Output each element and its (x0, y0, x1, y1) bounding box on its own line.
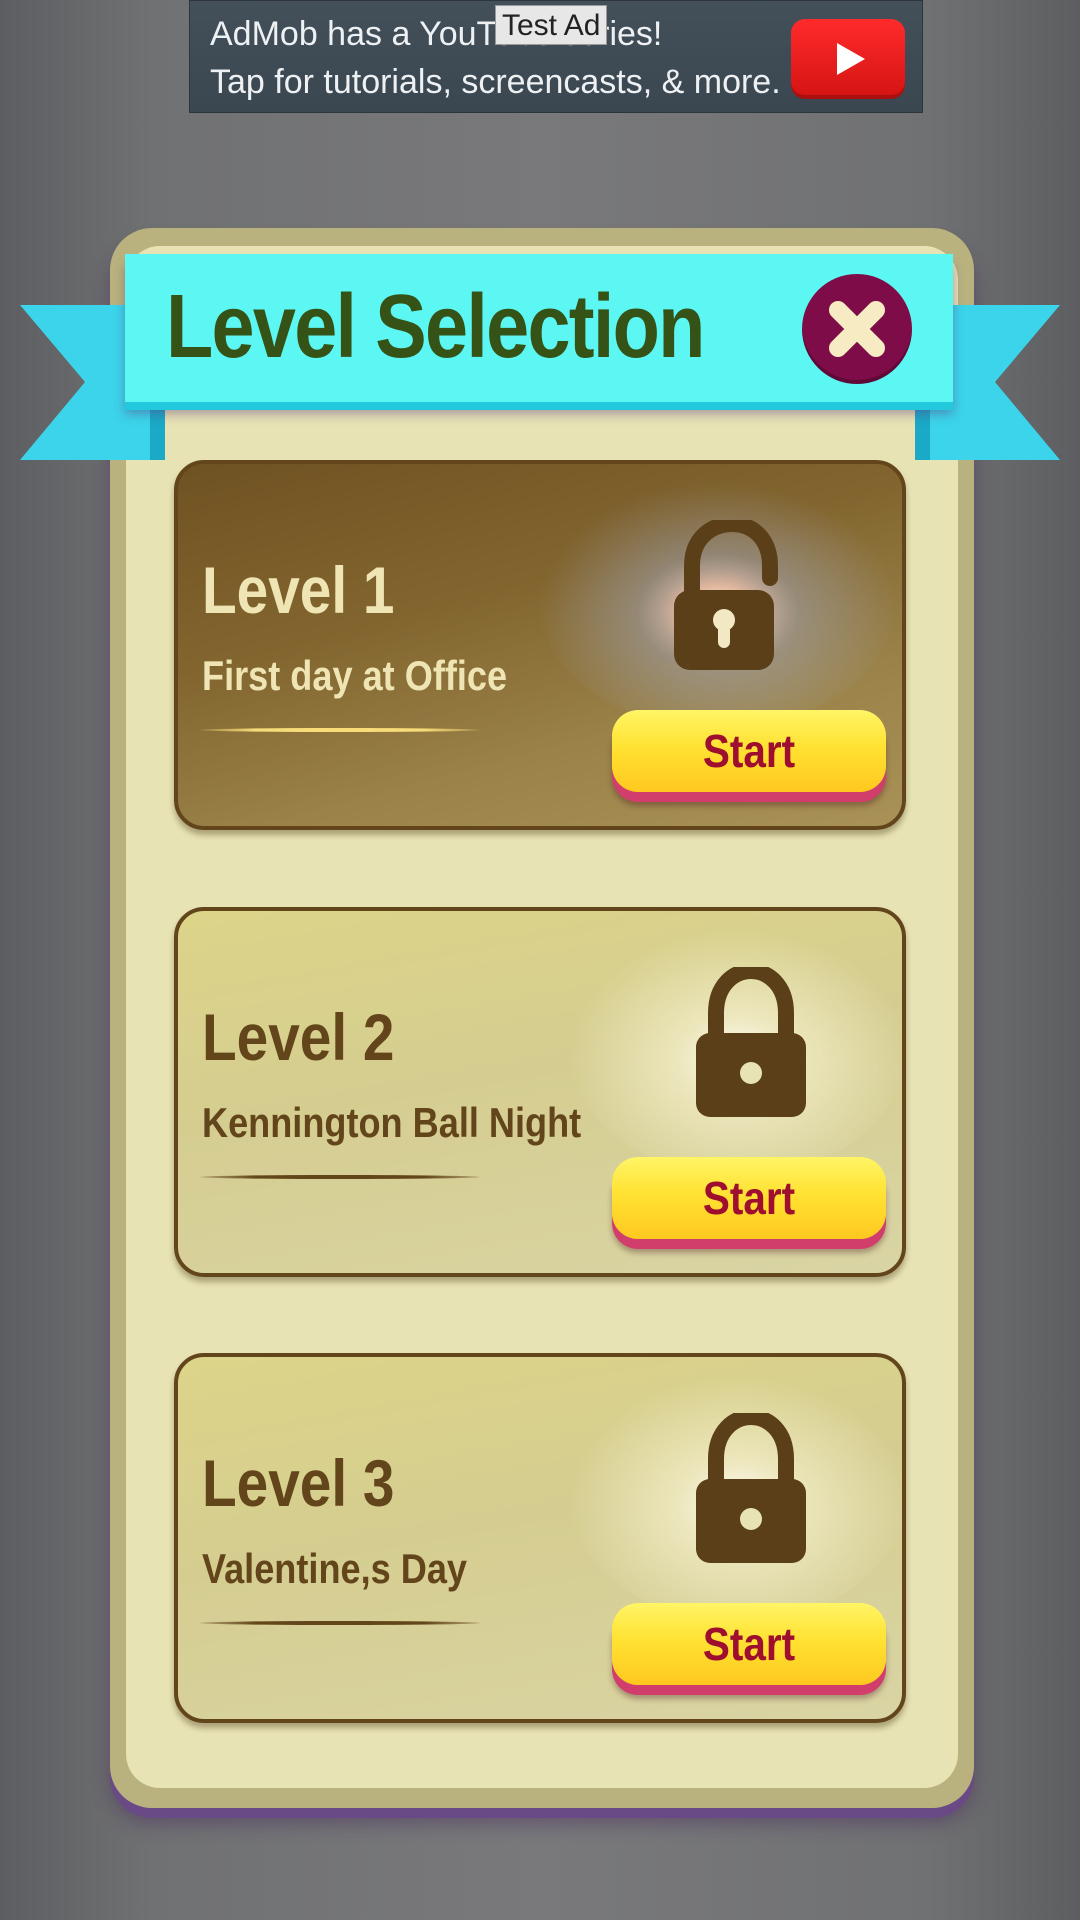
level-subtitle: Valentine,s Day (202, 1545, 468, 1592)
padlock-icon (696, 967, 806, 1117)
ad-subline: Tap for tutorials, screencasts, & more. (210, 63, 781, 101)
padlock-icon (696, 1413, 806, 1563)
ad-banner[interactable]: AdMob has a YouTube series! Tap for tuto… (189, 0, 923, 113)
unlocked-padlock-icon (674, 520, 778, 670)
level-card-1[interactable]: Level 1 First day at Office Start (174, 460, 906, 830)
level-title: Level 3 (202, 1446, 395, 1520)
start-label: Start (702, 1618, 796, 1670)
divider (200, 1175, 480, 1179)
youtube-play-icon (837, 43, 865, 75)
start-label: Start (702, 725, 796, 777)
level-title: Level 2 (202, 1000, 395, 1074)
test-ad-label: Test Ad (495, 5, 608, 45)
start-button[interactable]: Start (612, 1603, 886, 1685)
close-button[interactable] (802, 274, 912, 384)
divider (200, 728, 480, 732)
level-card-3[interactable]: Level 3 Valentine,s Day Start (174, 1353, 906, 1723)
page-title: Level Selection (166, 277, 705, 377)
level-subtitle: Kennington Ball Night (202, 1099, 582, 1146)
level-card-2[interactable]: Level 2 Kennington Ball Night Start (174, 907, 906, 1277)
level-subtitle: First day at Office (202, 652, 508, 699)
close-x-icon (829, 301, 885, 357)
start-button[interactable]: Start (612, 1157, 886, 1239)
level-title: Level 1 (202, 553, 395, 627)
youtube-play-button[interactable] (791, 19, 905, 99)
divider (200, 1621, 480, 1625)
start-label: Start (702, 1172, 796, 1224)
start-button[interactable]: Start (612, 710, 886, 792)
